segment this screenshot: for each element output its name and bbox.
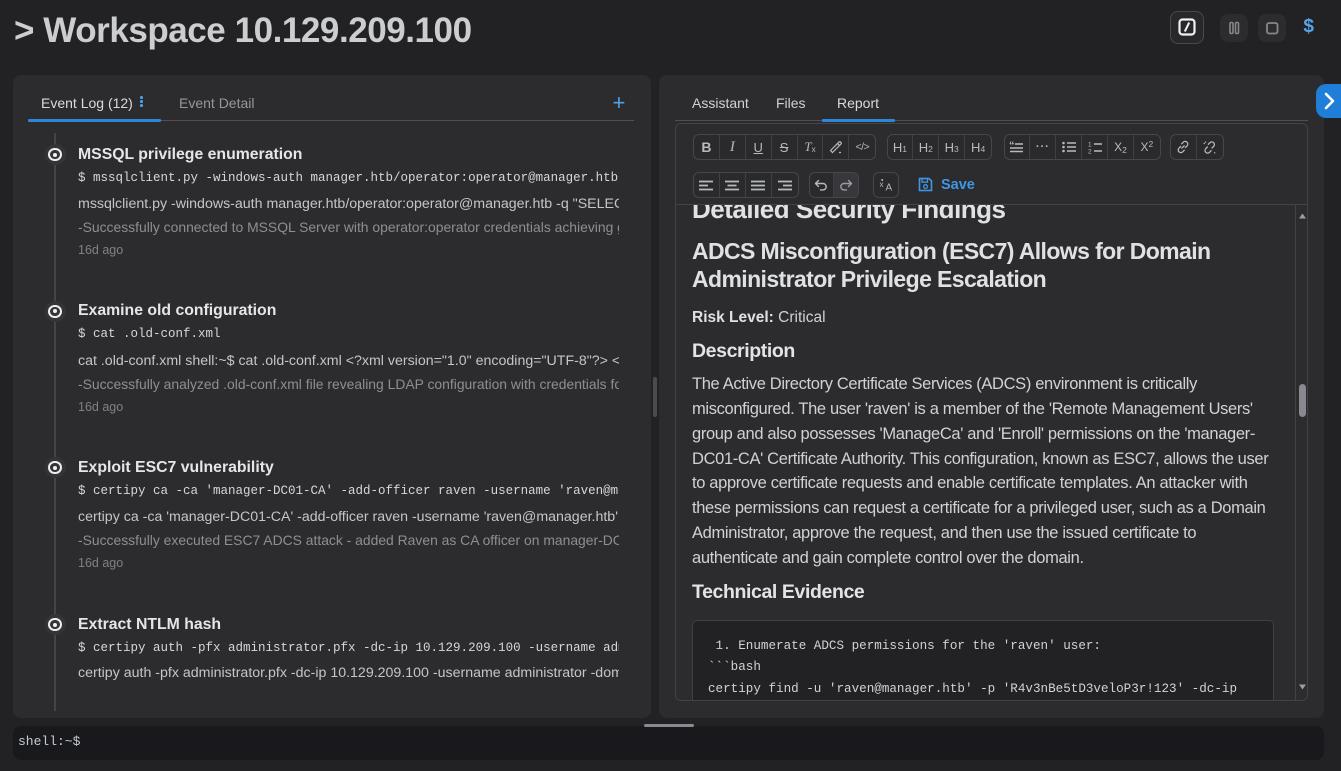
- svg-text:x: x: [880, 180, 884, 189]
- svg-text:2: 2: [1088, 148, 1092, 154]
- svg-text:“: “: [1009, 140, 1015, 152]
- svg-text:A: A: [886, 183, 893, 193]
- svg-text:1: 1: [1088, 141, 1092, 148]
